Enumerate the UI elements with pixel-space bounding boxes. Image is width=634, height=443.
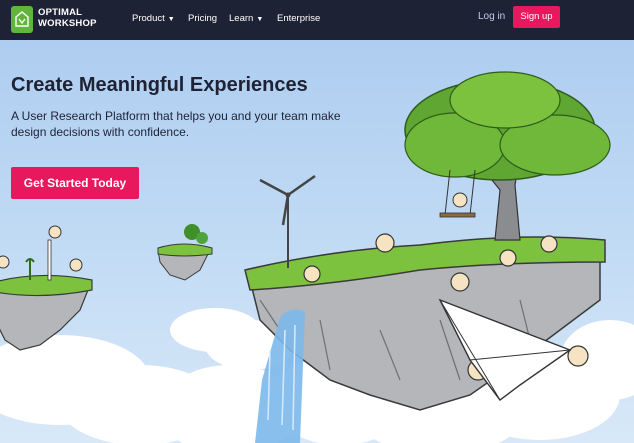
hero-section: Create Meaningful Experiences A User Res… [0,40,634,443]
nav-item-pricing[interactable]: Pricing [188,13,217,25]
nav-item-label: Product [132,13,165,24]
get-started-button[interactable]: Get Started Today [11,167,139,199]
hero-illustration [0,71,634,443]
top-navigation-bar: OPTIMAL WORKSHOP Product ▼ Pricing Learn ▼… [0,0,634,40]
brand-name[interactable]: OPTIMAL WORKSHOP [38,7,97,29]
login-link[interactable]: Log in [478,11,505,23]
nav-item-product[interactable]: Product ▼ [132,13,175,26]
left-floating-island [0,225,93,351]
nav-item-label: Pricing [188,13,218,24]
hero-subtitle: A User Research Platform that helps you … [11,109,341,139]
signup-button[interactable]: Sign up [513,6,560,28]
brand-name-line1: OPTIMAL [38,7,83,18]
chevron-down-icon: ▼ [167,16,175,23]
small-floating-island [157,224,213,281]
nav-item-label: Enterprise [277,13,321,24]
nav-item-label: Learn [229,13,254,24]
chevron-down-icon: ▼ [256,16,264,23]
brand-name-line2: WORKSHOP [38,18,97,29]
nav-item-learn[interactable]: Learn ▼ [229,13,263,26]
optimal-workshop-logo-icon[interactable] [11,6,33,33]
hero-headline: Create Meaningful Experiences [11,74,308,96]
nav-item-enterprise[interactable]: Enterprise [277,13,320,25]
